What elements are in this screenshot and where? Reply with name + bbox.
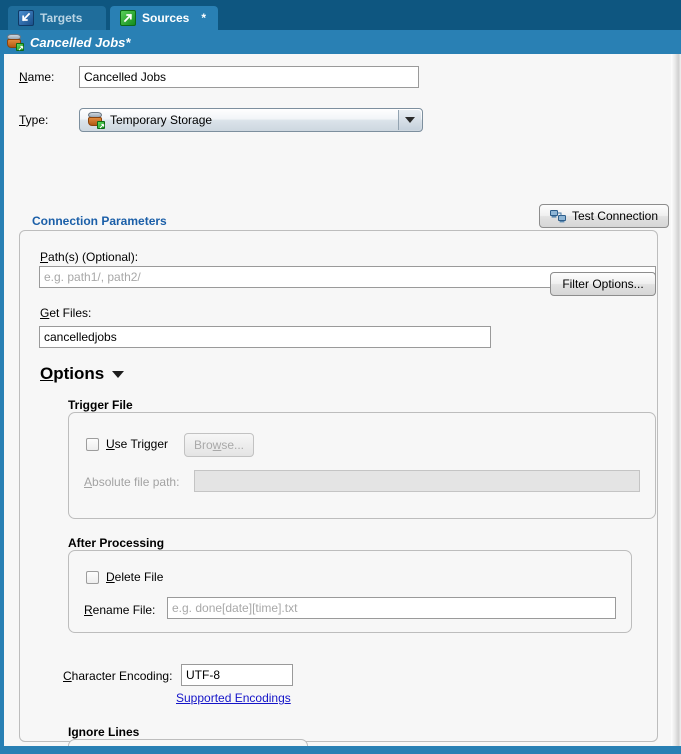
page-title: Cancelled Jobs*: [30, 35, 130, 50]
filter-options-button[interactable]: Filter Options...: [550, 272, 656, 296]
tab-targets-label: Targets: [40, 11, 82, 25]
browse-button[interactable]: Browse...: [184, 433, 254, 457]
type-combobox[interactable]: Temporary Storage: [79, 108, 423, 132]
get-files-label: Get Files:: [40, 306, 91, 320]
name-row: Name:: [19, 66, 419, 88]
tab-strip: Targets Sources *: [0, 0, 681, 30]
rename-file-input[interactable]: [167, 597, 616, 619]
tab-sources-dirty-marker: *: [201, 11, 206, 25]
use-trigger-row: Use Trigger: [86, 437, 168, 451]
absolute-file-path-input[interactable]: [194, 470, 640, 492]
use-trigger-label: Use Trigger: [106, 437, 168, 451]
get-files-input[interactable]: [39, 326, 491, 348]
trigger-file-caption: Trigger File: [68, 398, 133, 412]
type-label: Type:: [19, 113, 79, 127]
use-trigger-checkbox[interactable]: [86, 438, 99, 451]
supported-encodings-link[interactable]: Supported Encodings: [176, 691, 291, 705]
trigger-file-group: [68, 412, 656, 519]
window-bottom-bar: [0, 746, 681, 754]
character-encoding-label: Character Encoding:: [63, 669, 172, 683]
delete-file-checkbox[interactable]: [86, 571, 99, 584]
tab-targets[interactable]: Targets: [8, 6, 106, 30]
connection-icon: [550, 209, 566, 223]
character-encoding-input[interactable]: [181, 664, 293, 686]
tab-sources-label: Sources: [142, 11, 189, 25]
source-arrow-icon: [120, 10, 136, 26]
temporary-storage-icon: [87, 112, 104, 128]
rename-file-label: Rename File:: [84, 603, 155, 617]
name-input[interactable]: [79, 66, 419, 88]
ignore-lines-group: [68, 739, 308, 746]
document-title-bar: Cancelled Jobs*: [0, 30, 681, 54]
delete-file-label: Delete File: [106, 570, 163, 584]
source-form-panel: Name: Type: Temporary St: [0, 54, 681, 746]
type-combobox-value-wrap: Temporary Storage: [80, 112, 212, 128]
test-connection-label: Test Connection: [572, 209, 658, 223]
test-connection-button[interactable]: Test Connection: [539, 204, 669, 228]
connection-parameters-heading: Connection Parameters: [32, 214, 167, 228]
type-combobox-label: Temporary Storage: [110, 113, 212, 127]
tab-sources[interactable]: Sources *: [110, 6, 218, 30]
options-disclosure[interactable]: Options: [40, 364, 124, 384]
name-label: Name:: [19, 70, 79, 84]
after-processing-group: [68, 550, 632, 633]
chevron-down-icon[interactable]: [398, 110, 421, 130]
ignore-lines-caption: Ignore Lines: [68, 725, 139, 739]
source-configuration-window: Targets Sources * Cancelled Jobs*: [0, 0, 681, 754]
filter-options-label: Filter Options...: [562, 277, 643, 291]
delete-file-row: Delete File: [86, 570, 163, 584]
absolute-file-path-label: Absolute file path:: [84, 475, 179, 489]
panel-right-edge: [671, 54, 681, 746]
temporary-storage-icon: [6, 34, 23, 50]
browse-label: Browse...: [194, 438, 244, 452]
target-arrow-icon: [18, 10, 34, 26]
options-header: Options: [40, 364, 104, 384]
after-processing-caption: After Processing: [68, 536, 164, 550]
paths-label: Path(s) (Optional):: [40, 250, 138, 264]
chevron-down-icon[interactable]: [112, 371, 124, 378]
type-row: Type: Temporary Storage: [19, 108, 423, 132]
